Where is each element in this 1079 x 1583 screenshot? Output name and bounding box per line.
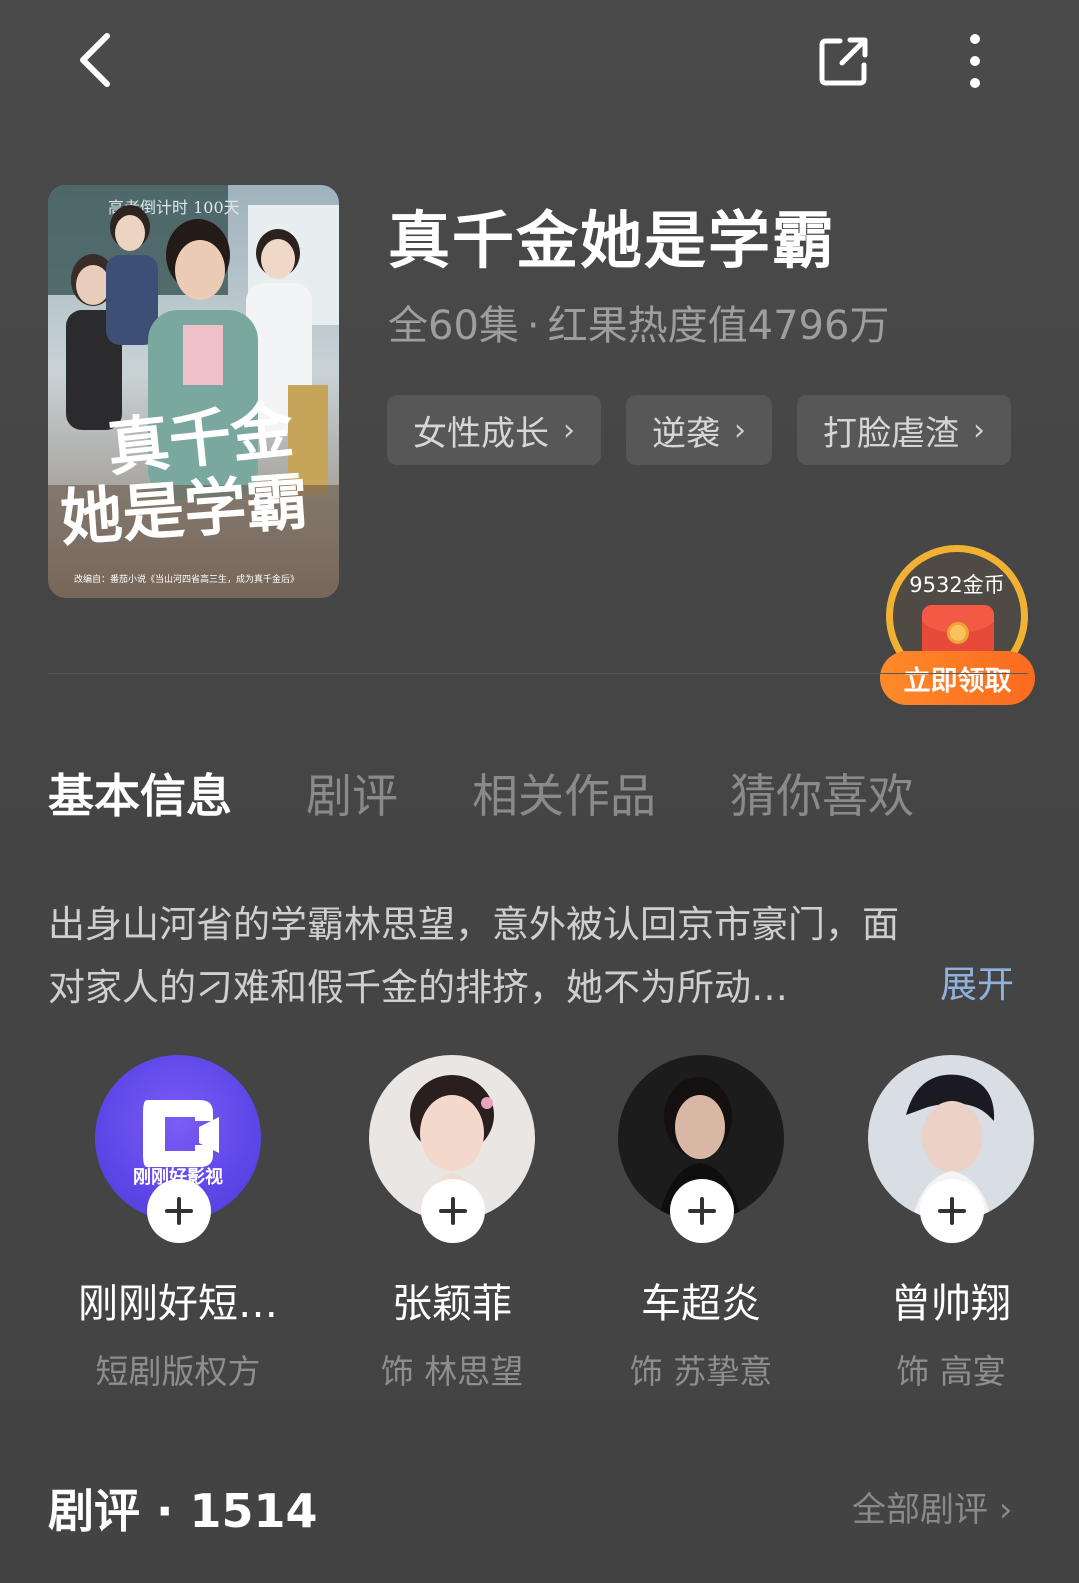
expand-link[interactable]: 展开 — [940, 954, 1014, 1008]
top-bar — [0, 0, 1079, 120]
drama-meta: 全60集 · 红果热度值4796万 — [388, 293, 889, 351]
synopsis: 出身山河省的学霸林思望，意外被认回京市豪门，面 对家人的刁难和假千金的排挤，她不… — [48, 893, 1023, 1019]
claim-button[interactable]: 立即领取 — [880, 651, 1035, 705]
cast-role: 饰 高宴 — [896, 1352, 1006, 1391]
poster-caption: 改编自：番茄小说《当山河四省高三生，成为真千金后》 — [74, 573, 299, 585]
follow-button[interactable] — [670, 1179, 734, 1243]
plus-icon — [938, 1197, 966, 1225]
tag-label: 女性成长 — [413, 413, 549, 454]
episode-count: 全60集 — [388, 303, 519, 349]
cast-role: 饰 苏挚意 — [629, 1352, 773, 1391]
share-button[interactable] — [808, 25, 880, 97]
all-reviews-link[interactable]: 全部剧评 › — [852, 1482, 1012, 1531]
more-button[interactable] — [945, 25, 1005, 97]
section-tabs: 基本信息 剧评 相关作品 猜你喜欢 — [48, 760, 988, 826]
tab-recommendations[interactable]: 猜你喜欢 — [730, 760, 914, 826]
tab-reviews[interactable]: 剧评 — [306, 760, 398, 826]
cast-name: 张颖菲 — [392, 1281, 512, 1327]
plus-icon — [165, 1197, 193, 1225]
follow-button[interactable] — [421, 1179, 485, 1243]
plus-icon — [688, 1197, 716, 1225]
cast-role: 饰 林思望 — [380, 1352, 524, 1391]
synopsis-line: 出身山河省的学霸林思望，意外被认回京市豪门，面 — [48, 903, 899, 946]
genre-tags: 女性成长 › 逆袭 › 打脸虐渣 › — [387, 395, 1011, 465]
chevron-left-icon — [80, 33, 110, 87]
chevron-right-icon: › — [734, 412, 746, 448]
follow-button[interactable] — [920, 1179, 984, 1243]
drama-poster[interactable]: 高考倒计时 100天 真千金 她是学霸 改编自：番茄小说《当山河四省高三生，成为… — [48, 185, 339, 598]
chevron-right-icon: › — [563, 412, 575, 448]
tag-chip[interactable]: 逆袭 › — [626, 395, 772, 465]
cast-role: 短剧版权方 — [95, 1352, 261, 1391]
coin-amount: 9532金币 — [909, 573, 1005, 597]
cast-name: 刚刚好短… — [78, 1281, 278, 1327]
synopsis-line: 对家人的刁难和假千金的排挤，她不为所动… — [48, 966, 788, 1009]
share-icon — [819, 37, 868, 86]
meta-separator: · — [526, 303, 540, 349]
drama-detail-page: 高考倒计时 100天 真千金 她是学霸 改编自：番茄小说《当山河四省高三生，成为… — [0, 0, 1079, 1583]
back-button[interactable] — [60, 25, 130, 95]
tag-label: 逆袭 — [652, 413, 720, 454]
chevron-right-icon: › — [998, 1490, 1013, 1530]
drama-title: 真千金她是学霸 — [388, 204, 837, 277]
tag-chip[interactable]: 女性成长 › — [387, 395, 601, 465]
follow-button[interactable] — [147, 1179, 211, 1243]
divider — [48, 673, 1028, 674]
tag-chip[interactable]: 打脸虐渣 › — [797, 395, 1011, 465]
heat-value: 红果热度值4796万 — [547, 303, 890, 349]
tag-label: 打脸虐渣 — [823, 413, 959, 454]
poster-image: 高考倒计时 100天 真千金 她是学霸 改编自：番茄小说《当山河四省高三生，成为… — [48, 185, 339, 598]
cast-item[interactable]: 曾帅翔 饰 高宴 — [836, 1055, 1066, 1393]
cast-name: 车超炎 — [641, 1281, 761, 1327]
all-reviews-label: 全部剧评 — [852, 1490, 988, 1530]
tab-basic-info[interactable]: 基本信息 — [48, 760, 232, 826]
reviews-heading: 剧评 · 1514 — [48, 1484, 318, 1538]
cast-name: 曾帅翔 — [891, 1281, 1011, 1327]
more-vertical-icon — [970, 34, 980, 88]
chevron-right-icon: › — [973, 412, 985, 448]
cast-item[interactable]: 车超炎 饰 苏挚意 — [586, 1055, 816, 1393]
cast-item[interactable]: 张颖菲 饰 林思望 — [337, 1055, 567, 1393]
plus-icon — [439, 1197, 467, 1225]
tab-related-works[interactable]: 相关作品 — [472, 760, 656, 826]
coin-reward-widget[interactable]: 9532金币 立即领取 — [878, 543, 1038, 708]
cast-item[interactable]: 刚刚好影视 刚刚好短… 短剧版权方 — [63, 1055, 293, 1393]
